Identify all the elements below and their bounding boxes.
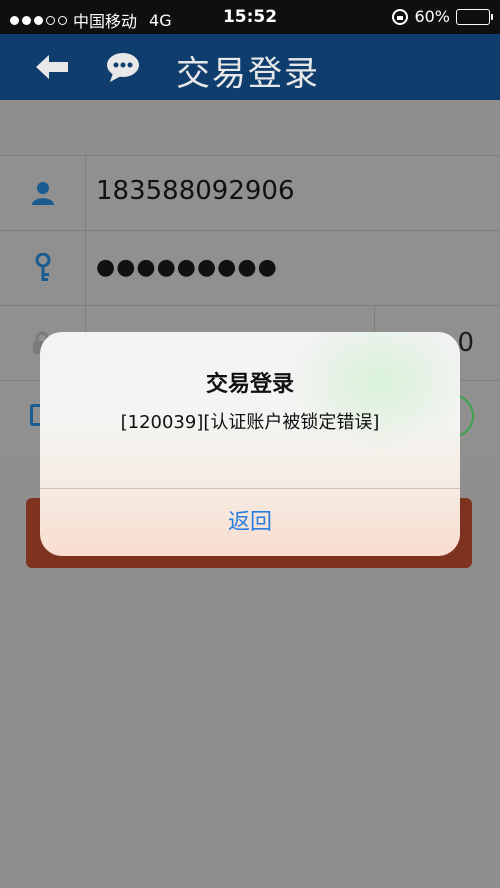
alert-message: [120039][认证账户被锁定错误] bbox=[120, 412, 380, 433]
alert-dialog: 交易登录 [120039][认证账户被锁定错误] 返回 bbox=[40, 332, 460, 556]
password-input[interactable]: ●●●●●●●●● bbox=[96, 255, 278, 280]
alert-return-button[interactable]: 返回 bbox=[40, 489, 460, 556]
key-icon bbox=[35, 253, 51, 281]
password-icon-cell bbox=[0, 231, 86, 306]
user-icon bbox=[32, 182, 54, 205]
password-row[interactable]: ●●●●●●●●● bbox=[0, 231, 500, 306]
account-row[interactable]: 183588092906 bbox=[0, 156, 500, 231]
alert-title: 交易登录 bbox=[205, 372, 294, 397]
chat-bubble-icon[interactable] bbox=[106, 51, 140, 83]
orientation-lock-icon bbox=[392, 8, 409, 25]
battery-percent: 60% bbox=[414, 7, 450, 26]
account-icon-cell bbox=[0, 156, 86, 231]
status-right: 60% bbox=[392, 7, 493, 26]
remember-checkbox[interactable] bbox=[30, 404, 40, 426]
app-header: 交易登录 bbox=[0, 34, 500, 100]
back-arrow-icon[interactable] bbox=[34, 52, 70, 82]
account-input[interactable]: 183588092906 bbox=[96, 176, 295, 206]
battery-icon bbox=[456, 8, 493, 25]
status-bar: 中国移动 4G 15:52 60% bbox=[0, 0, 500, 34]
page-title: 交易登录 bbox=[176, 54, 320, 94]
